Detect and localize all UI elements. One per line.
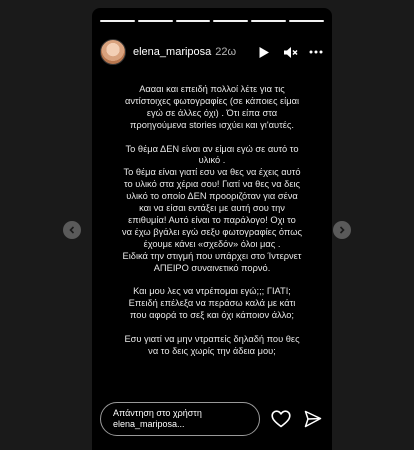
text-line: αντίστοιχες φωτογραφίες (σε κάποιες είμα… [124,95,300,106]
next-story-button[interactable] [333,221,351,239]
text-line: και να είσαι εντάξει με αυτή σου την [139,203,285,214]
mute-icon[interactable] [282,44,298,60]
progress-segment [289,20,324,22]
reply-placeholder: Απάντηση στο χρήστη [113,408,202,418]
text-line: υλικό το οποίο ΔΕΝ προοριζόταν για σένα [126,191,298,202]
story-frame[interactable]: elena_mariposa 22ω Ααααι και επειδή πολλ… [92,8,332,450]
timestamp: 22ω [215,46,237,58]
text-line: Το θέμα είναι γιατί εσυ να θες να έχεις … [123,167,301,178]
story-footer: Απάντηση στο χρήστη elena_mariposa... [100,402,324,436]
story-text: Ααααι και επειδή πολλοί λέτε για τις αντ… [102,84,322,358]
chevron-right-icon [338,221,346,239]
play-icon[interactable] [256,44,272,60]
story-header: elena_mariposa 22ω [100,38,324,66]
send-icon[interactable] [302,408,324,430]
progress-segment [137,20,173,22]
previous-story-button[interactable] [63,221,81,239]
text-line: ΑΠΕΙΡΟ συναινετικό πορνό. [153,262,271,273]
text-line: Και μου λες να ντρέπομαι εγώ;;; ΓΙΑΤΙ; [133,286,291,297]
chevron-left-icon [68,221,76,239]
story-viewer: elena_mariposa 22ω Ααααι και επειδή πολλ… [0,0,414,450]
reply-placeholder-username: elena_mariposa... [113,419,185,429]
text-line: Εσυ γιατί να μην ντραπείς δηλαδή που θες [124,333,300,344]
heart-icon[interactable] [270,408,292,430]
avatar[interactable] [100,39,126,65]
text-line: Επειδή επέλεξα να περάσω καλά με κάτι [128,298,296,309]
progress-segment [251,20,287,22]
more-icon[interactable] [308,44,324,60]
text-line: το υλικό στα χέρια σου! Γιατί να θες να … [123,179,301,190]
text-line: εγώ σε άλλες όχι) . Ότι είπα στα [146,107,278,118]
text-line: προηγούμενα stories ισχύει και γι'αυτές. [130,119,294,130]
text-line: Ειδικά την στιγμή που υπάρχει στο Ίντερν… [122,250,302,261]
text-line: που αφορά το σεξ και όχι κάποιον άλλο; [130,310,294,321]
text-line: έχουμε κάνει «σχεδόν» όλοι μας . [143,238,281,249]
reply-input[interactable]: Απάντηση στο χρήστη elena_mariposa... [100,402,260,436]
text-line: να έχω βγάλει εγώ σεξυ φωτογραφίες όπως [122,226,302,237]
text-line: να το δεις χωρίς την άδεια μου; [148,345,276,356]
progress-segment [100,20,135,22]
story-progress-bar [100,20,324,22]
progress-segment [213,20,249,22]
username[interactable]: elena_mariposa [133,46,211,58]
text-line: Ααααι και επειδή πολλοί λέτε για τις [139,84,285,94]
text-line: Το θέμα ΔΕΝ είναι αν είμαι εγώ σε αυτό τ… [125,143,299,154]
progress-segment [175,20,211,22]
text-line: επιθυμία! Αυτό είναι το παράλογο! Οχι το [128,214,296,225]
text-line: υλικό . [198,155,226,166]
